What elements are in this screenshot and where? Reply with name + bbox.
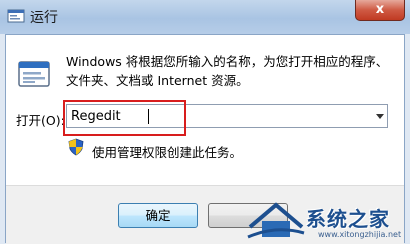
watermark-text: 系统之家: [306, 207, 390, 231]
close-button[interactable]: x: [355, 0, 405, 21]
dropdown-arrow-icon[interactable]: [376, 114, 384, 119]
run-program-icon: [18, 61, 50, 87]
ok-button[interactable]: 确定: [118, 203, 198, 228]
window-title: 运行: [30, 10, 58, 26]
watermark-logo: [247, 202, 305, 239]
admin-note: 使用管理权限创建此任务。: [92, 145, 243, 160]
title-bar: 运行 x: [0, 0, 410, 34]
highlight-annotation: [63, 100, 186, 136]
open-label: 打开(O):: [16, 113, 65, 128]
watermark-url: www.xitongzhijia.net: [318, 230, 402, 239]
run-window-icon: [7, 9, 25, 23]
description-line-2: 文件夹、文档或 Internet 资源。: [66, 73, 249, 88]
uac-shield-icon: [68, 138, 84, 156]
description-line-1: Windows 将根据您所输入的名称，为您打开相应的程序、: [66, 54, 389, 69]
